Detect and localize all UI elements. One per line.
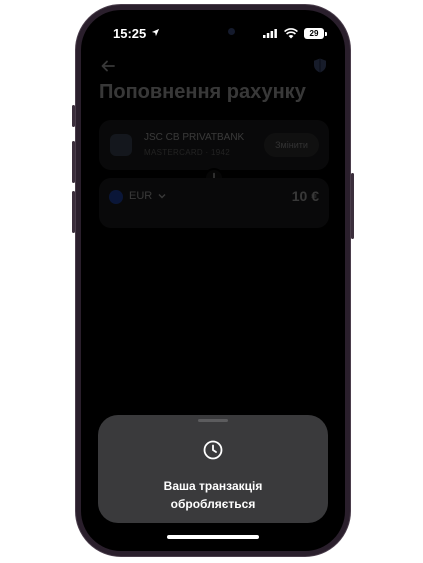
page-title: Поповнення рахунку (99, 81, 306, 103)
source-card[interactable]: JSC CB PRIVATBANK MASTERCARD · 1942 Змін… (99, 120, 329, 170)
screen: 15:25 29 Поповнення рахунку JSC CB PRIVA… (81, 10, 345, 551)
power-button (351, 173, 354, 239)
status-bar: 15:25 29 (81, 24, 345, 44)
status-message-line2: обробляється (170, 497, 256, 511)
volume-up-button (72, 141, 75, 183)
battery-icon: 29 (304, 28, 327, 39)
status-message-line1: Ваша транзакція (163, 479, 263, 493)
back-arrow-icon[interactable] (101, 60, 115, 72)
sheet-grabber[interactable] (198, 419, 228, 422)
clock-icon (203, 440, 223, 460)
location-arrow-icon (151, 28, 160, 37)
home-indicator[interactable] (167, 535, 259, 539)
card-info: MASTERCARD · 1942 (144, 148, 231, 157)
change-card-button[interactable]: Змінити (264, 133, 319, 157)
amount-value[interactable]: 10 € (292, 188, 319, 204)
bank-name: JSC CB PRIVATBANK (144, 132, 245, 143)
eu-flag-icon (109, 190, 123, 204)
card-icon (110, 134, 132, 156)
status-message: Ваша транзакція обробляється (98, 477, 328, 513)
amount-card[interactable]: EUR 10 € (99, 178, 329, 228)
battery-level: 29 (309, 29, 319, 38)
action-button (72, 105, 75, 127)
volume-down-button (72, 191, 75, 233)
processing-sheet: Ваша транзакція обробляється (98, 415, 328, 523)
phone-frame: 15:25 29 Поповнення рахунку JSC CB PRIVA… (72, 4, 354, 557)
chevron-down-icon (158, 194, 166, 199)
shield-icon[interactable] (313, 58, 327, 73)
cellular-signal-icon (263, 29, 277, 38)
status-time: 15:25 (113, 26, 147, 41)
wifi-icon (284, 28, 298, 39)
currency-selector[interactable]: EUR (129, 190, 166, 202)
currency-code: EUR (129, 190, 153, 202)
